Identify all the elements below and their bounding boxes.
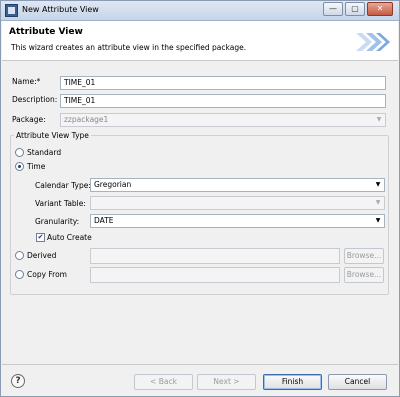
granularity-value: DATE xyxy=(94,216,114,225)
time-label[interactable]: Time xyxy=(27,162,45,171)
banner-description: This wizard creates an attribute view in… xyxy=(11,43,247,52)
finish-button[interactable]: Finish xyxy=(263,374,322,390)
app-icon xyxy=(5,4,18,17)
derived-label[interactable]: Derived xyxy=(27,251,56,260)
granularity-label: Granularity: xyxy=(35,217,80,226)
next-button[interactable]: Next > xyxy=(197,374,256,390)
standard-label[interactable]: Standard xyxy=(27,148,61,157)
variant-table-label: Variant Table: xyxy=(35,199,86,208)
cancel-button[interactable]: Cancel xyxy=(328,374,387,390)
copy-from-input[interactable] xyxy=(90,267,340,283)
granularity-select[interactable]: DATE ▼ xyxy=(90,214,385,228)
description-label: Description: xyxy=(12,95,58,104)
package-select[interactable]: zzpackage1 ▼ xyxy=(60,113,386,127)
copy-from-label[interactable]: Copy From xyxy=(27,270,67,279)
close-button[interactable]: ✕ xyxy=(367,2,393,16)
chevron-down-icon: ▼ xyxy=(375,199,381,206)
standard-radio[interactable] xyxy=(15,148,24,157)
calendar-type-select[interactable]: Gregorian ▼ xyxy=(90,178,385,192)
wizard-banner: Attribute View This wizard creates an at… xyxy=(2,21,398,61)
dialog-window: New Attribute View — ▢ ✕ Attribute View … xyxy=(0,0,400,397)
chevron-down-icon: ▼ xyxy=(376,116,382,123)
name-input[interactable]: TIME_01 xyxy=(60,76,386,90)
copy-from-radio[interactable] xyxy=(15,270,24,279)
minimize-button[interactable]: — xyxy=(323,2,343,16)
window-title: New Attribute View xyxy=(22,5,99,14)
title-bar[interactable]: New Attribute View — ▢ ✕ xyxy=(1,1,399,21)
chevron-down-icon: ▼ xyxy=(375,217,381,224)
chevron-down-icon: ▼ xyxy=(375,181,381,188)
derived-input[interactable] xyxy=(90,248,340,264)
auto-create-label[interactable]: Auto Create xyxy=(47,233,92,242)
package-value: zzpackage1 xyxy=(64,115,109,124)
group-title: Attribute View Type xyxy=(14,131,91,140)
calendar-type-value: Gregorian xyxy=(94,180,132,189)
auto-create-checkbox[interactable]: ✔ xyxy=(36,233,45,242)
footer-separator xyxy=(2,364,398,365)
description-input[interactable]: TIME_01 xyxy=(60,94,386,108)
help-icon[interactable]: ? xyxy=(11,374,25,388)
package-label: Package: xyxy=(12,115,46,124)
maximize-button[interactable]: ▢ xyxy=(345,2,365,16)
copy-from-browse-button[interactable]: Browse... xyxy=(344,267,384,283)
back-button[interactable]: < Back xyxy=(134,374,193,390)
calendar-type-label: Calendar Type: xyxy=(35,181,91,190)
derived-browse-button[interactable]: Browse... xyxy=(344,248,384,264)
name-label: Name:* xyxy=(12,77,41,86)
derived-radio[interactable] xyxy=(15,251,24,260)
time-radio[interactable] xyxy=(15,162,24,171)
variant-table-select[interactable]: ▼ xyxy=(90,196,385,210)
banner-title: Attribute View xyxy=(9,27,83,37)
wizard-chevrons-icon xyxy=(356,33,390,51)
